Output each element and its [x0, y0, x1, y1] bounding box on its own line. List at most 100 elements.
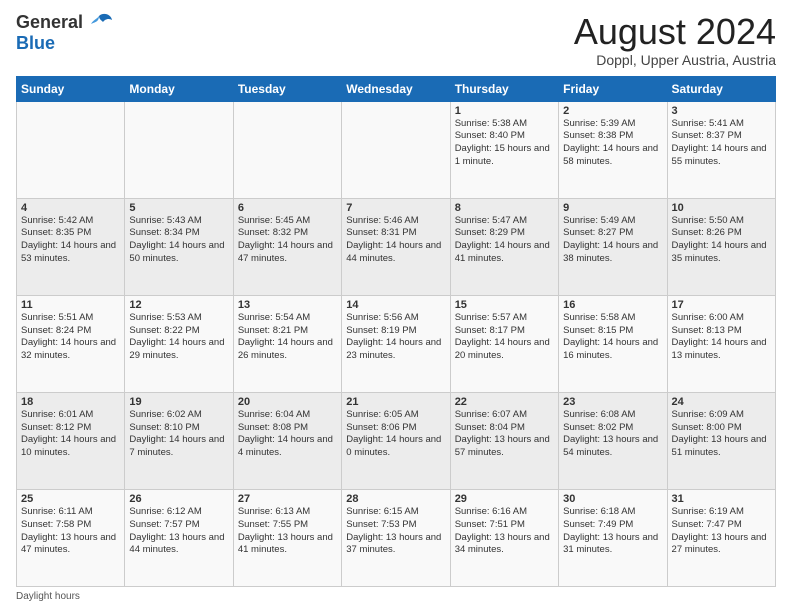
day-info: Sunrise: 6:02 AMSunset: 8:10 PMDaylight:…: [129, 409, 228, 460]
table-row: 28Sunrise: 6:15 AMSunset: 7:53 PMDayligh…: [342, 489, 450, 586]
col-thursday: Thursday: [450, 76, 558, 101]
day-number: 12: [129, 299, 228, 311]
table-row: 26Sunrise: 6:12 AMSunset: 7:57 PMDayligh…: [125, 489, 233, 586]
table-row: 10Sunrise: 5:50 AMSunset: 8:26 PMDayligh…: [667, 198, 775, 295]
footer-note: Daylight hours: [16, 591, 776, 602]
table-row: 13Sunrise: 5:54 AMSunset: 8:21 PMDayligh…: [233, 295, 341, 392]
day-info: Sunrise: 6:00 AMSunset: 8:13 PMDaylight:…: [672, 312, 771, 363]
table-row: 5Sunrise: 5:43 AMSunset: 8:34 PMDaylight…: [125, 198, 233, 295]
month-title: August 2024: [574, 12, 776, 52]
calendar-table: Sunday Monday Tuesday Wednesday Thursday…: [16, 76, 776, 587]
day-info: Sunrise: 5:43 AMSunset: 8:34 PMDaylight:…: [129, 215, 228, 266]
day-number: 21: [346, 396, 445, 408]
calendar-week-row: 11Sunrise: 5:51 AMSunset: 8:24 PMDayligh…: [17, 295, 776, 392]
day-number: 18: [21, 396, 120, 408]
table-row: [233, 101, 341, 198]
table-row: 9Sunrise: 5:49 AMSunset: 8:27 PMDaylight…: [559, 198, 667, 295]
logo-bird-icon: [85, 12, 113, 34]
day-number: 14: [346, 299, 445, 311]
table-row: [17, 101, 125, 198]
day-info: Sunrise: 5:49 AMSunset: 8:27 PMDaylight:…: [563, 215, 662, 266]
day-info: Sunrise: 6:05 AMSunset: 8:06 PMDaylight:…: [346, 409, 445, 460]
day-number: 3: [672, 105, 771, 117]
day-number: 4: [21, 202, 120, 214]
day-number: 25: [21, 493, 120, 505]
day-info: Sunrise: 6:16 AMSunset: 7:51 PMDaylight:…: [455, 506, 554, 557]
table-row: 19Sunrise: 6:02 AMSunset: 8:10 PMDayligh…: [125, 392, 233, 489]
day-number: 15: [455, 299, 554, 311]
table-row: 6Sunrise: 5:45 AMSunset: 8:32 PMDaylight…: [233, 198, 341, 295]
day-info: Sunrise: 5:42 AMSunset: 8:35 PMDaylight:…: [21, 215, 120, 266]
table-row: 29Sunrise: 6:16 AMSunset: 7:51 PMDayligh…: [450, 489, 558, 586]
day-info: Sunrise: 6:19 AMSunset: 7:47 PMDaylight:…: [672, 506, 771, 557]
table-row: 30Sunrise: 6:18 AMSunset: 7:49 PMDayligh…: [559, 489, 667, 586]
day-info: Sunrise: 5:54 AMSunset: 8:21 PMDaylight:…: [238, 312, 337, 363]
header: General Blue August 2024 Doppl, Upper Au…: [16, 12, 776, 68]
col-monday: Monday: [125, 76, 233, 101]
day-info: Sunrise: 5:45 AMSunset: 8:32 PMDaylight:…: [238, 215, 337, 266]
logo-text-general: General: [16, 13, 83, 33]
table-row: 4Sunrise: 5:42 AMSunset: 8:35 PMDaylight…: [17, 198, 125, 295]
day-info: Sunrise: 5:47 AMSunset: 8:29 PMDaylight:…: [455, 215, 554, 266]
day-number: 7: [346, 202, 445, 214]
table-row: [125, 101, 233, 198]
day-number: 23: [563, 396, 662, 408]
title-block: August 2024 Doppl, Upper Austria, Austri…: [574, 12, 776, 68]
day-number: 27: [238, 493, 337, 505]
col-friday: Friday: [559, 76, 667, 101]
day-number: 22: [455, 396, 554, 408]
day-info: Sunrise: 6:04 AMSunset: 8:08 PMDaylight:…: [238, 409, 337, 460]
day-info: Sunrise: 6:12 AMSunset: 7:57 PMDaylight:…: [129, 506, 228, 557]
calendar-week-row: 18Sunrise: 6:01 AMSunset: 8:12 PMDayligh…: [17, 392, 776, 489]
day-info: Sunrise: 5:50 AMSunset: 8:26 PMDaylight:…: [672, 215, 771, 266]
day-number: 13: [238, 299, 337, 311]
day-info: Sunrise: 5:38 AMSunset: 8:40 PMDaylight:…: [455, 118, 554, 169]
calendar-week-row: 25Sunrise: 6:11 AMSunset: 7:58 PMDayligh…: [17, 489, 776, 586]
calendar-header-row: Sunday Monday Tuesday Wednesday Thursday…: [17, 76, 776, 101]
table-row: 11Sunrise: 5:51 AMSunset: 8:24 PMDayligh…: [17, 295, 125, 392]
table-row: 22Sunrise: 6:07 AMSunset: 8:04 PMDayligh…: [450, 392, 558, 489]
table-row: [342, 101, 450, 198]
table-row: 20Sunrise: 6:04 AMSunset: 8:08 PMDayligh…: [233, 392, 341, 489]
day-number: 20: [238, 396, 337, 408]
day-number: 29: [455, 493, 554, 505]
day-info: Sunrise: 5:41 AMSunset: 8:37 PMDaylight:…: [672, 118, 771, 169]
col-saturday: Saturday: [667, 76, 775, 101]
day-info: Sunrise: 6:07 AMSunset: 8:04 PMDaylight:…: [455, 409, 554, 460]
day-number: 8: [455, 202, 554, 214]
day-info: Sunrise: 6:01 AMSunset: 8:12 PMDaylight:…: [21, 409, 120, 460]
table-row: 12Sunrise: 5:53 AMSunset: 8:22 PMDayligh…: [125, 295, 233, 392]
day-number: 24: [672, 396, 771, 408]
day-info: Sunrise: 5:57 AMSunset: 8:17 PMDaylight:…: [455, 312, 554, 363]
logo-text-blue: Blue: [16, 34, 113, 54]
table-row: 25Sunrise: 6:11 AMSunset: 7:58 PMDayligh…: [17, 489, 125, 586]
table-row: 16Sunrise: 5:58 AMSunset: 8:15 PMDayligh…: [559, 295, 667, 392]
day-info: Sunrise: 5:53 AMSunset: 8:22 PMDaylight:…: [129, 312, 228, 363]
table-row: 8Sunrise: 5:47 AMSunset: 8:29 PMDaylight…: [450, 198, 558, 295]
day-number: 9: [563, 202, 662, 214]
day-number: 6: [238, 202, 337, 214]
location: Doppl, Upper Austria, Austria: [574, 52, 776, 68]
col-tuesday: Tuesday: [233, 76, 341, 101]
day-info: Sunrise: 6:09 AMSunset: 8:00 PMDaylight:…: [672, 409, 771, 460]
table-row: 7Sunrise: 5:46 AMSunset: 8:31 PMDaylight…: [342, 198, 450, 295]
table-row: 24Sunrise: 6:09 AMSunset: 8:00 PMDayligh…: [667, 392, 775, 489]
col-sunday: Sunday: [17, 76, 125, 101]
calendar-week-row: 1Sunrise: 5:38 AMSunset: 8:40 PMDaylight…: [17, 101, 776, 198]
day-number: 19: [129, 396, 228, 408]
day-info: Sunrise: 6:13 AMSunset: 7:55 PMDaylight:…: [238, 506, 337, 557]
day-info: Sunrise: 6:15 AMSunset: 7:53 PMDaylight:…: [346, 506, 445, 557]
day-info: Sunrise: 5:46 AMSunset: 8:31 PMDaylight:…: [346, 215, 445, 266]
calendar-week-row: 4Sunrise: 5:42 AMSunset: 8:35 PMDaylight…: [17, 198, 776, 295]
day-number: 30: [563, 493, 662, 505]
day-number: 1: [455, 105, 554, 117]
table-row: 1Sunrise: 5:38 AMSunset: 8:40 PMDaylight…: [450, 101, 558, 198]
day-number: 5: [129, 202, 228, 214]
table-row: 17Sunrise: 6:00 AMSunset: 8:13 PMDayligh…: [667, 295, 775, 392]
col-wednesday: Wednesday: [342, 76, 450, 101]
day-info: Sunrise: 5:58 AMSunset: 8:15 PMDaylight:…: [563, 312, 662, 363]
table-row: 2Sunrise: 5:39 AMSunset: 8:38 PMDaylight…: [559, 101, 667, 198]
table-row: 27Sunrise: 6:13 AMSunset: 7:55 PMDayligh…: [233, 489, 341, 586]
day-number: 16: [563, 299, 662, 311]
day-info: Sunrise: 5:56 AMSunset: 8:19 PMDaylight:…: [346, 312, 445, 363]
